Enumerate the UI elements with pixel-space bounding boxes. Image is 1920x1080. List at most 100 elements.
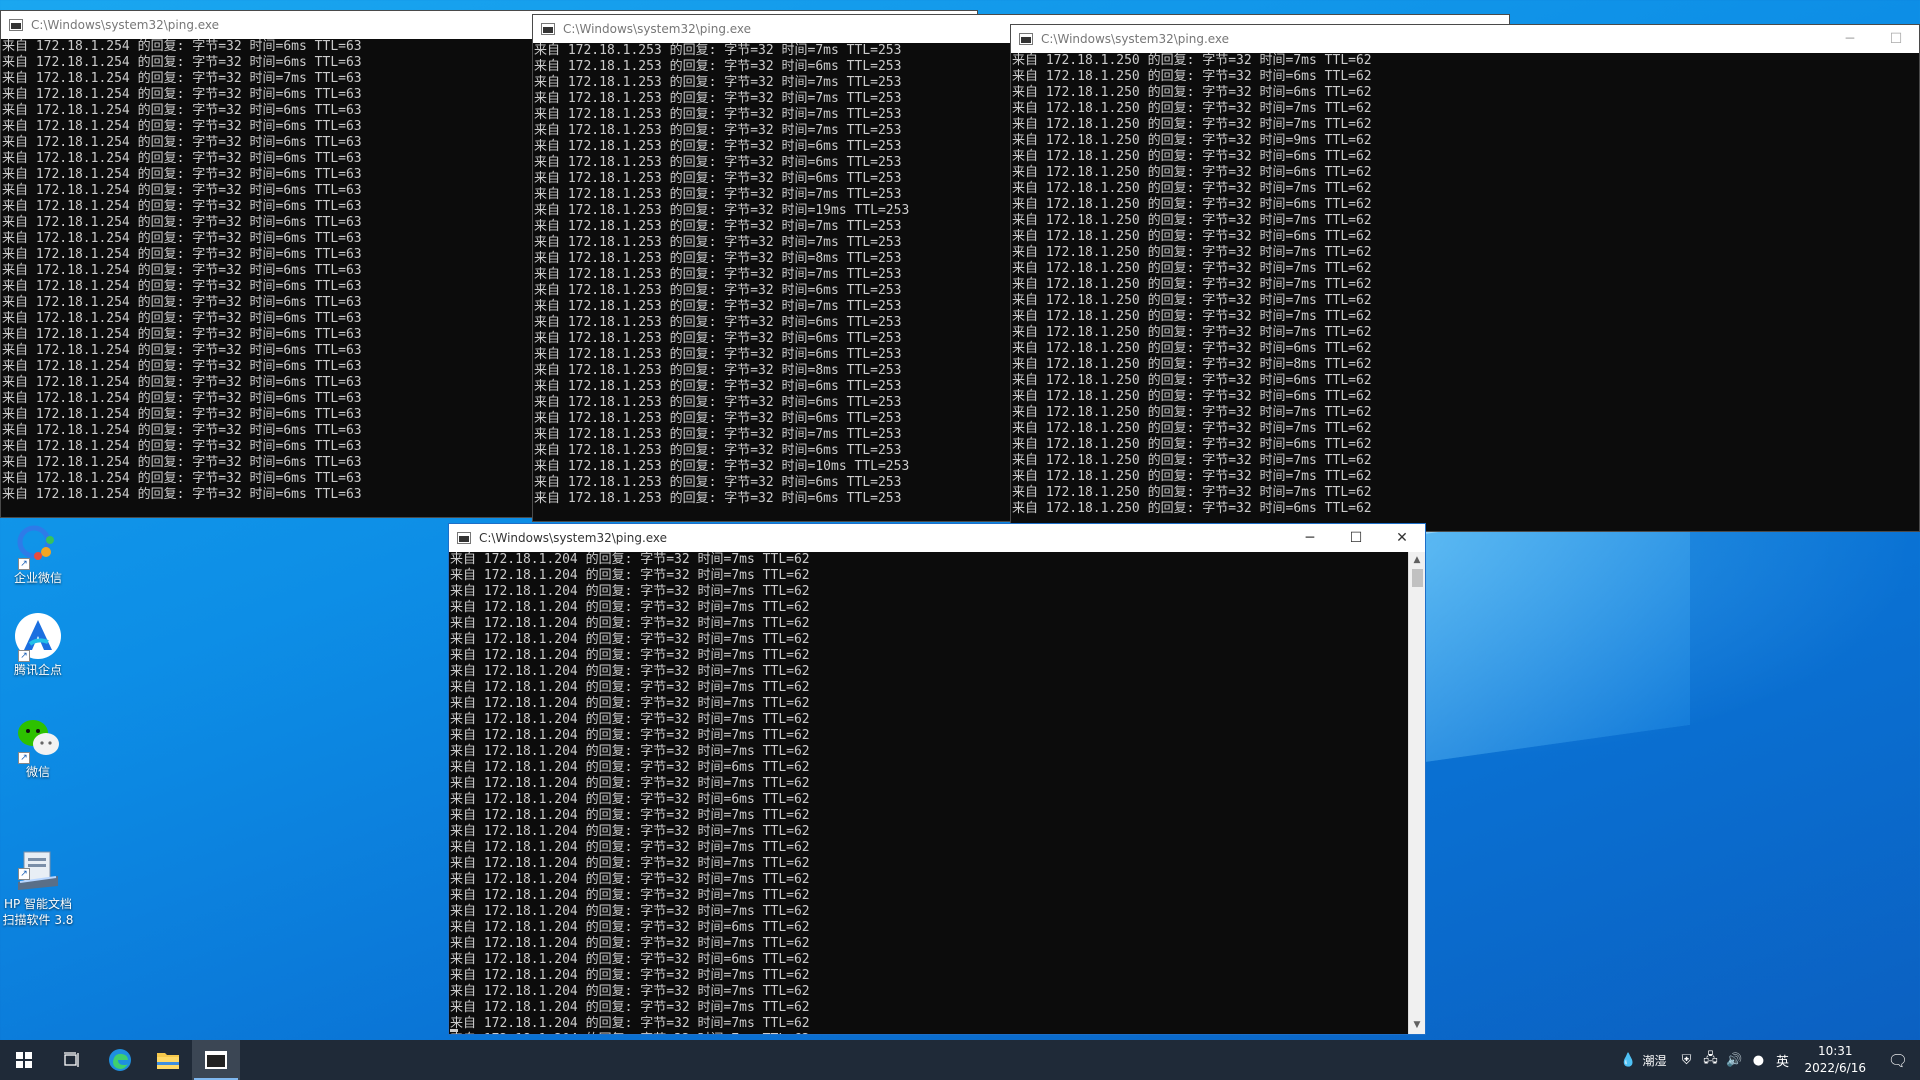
ping-reply-line: 来自 172.18.1.250 的回复: 字节=32 时间=6ms TTL=62 [1012,389,1372,404]
desktop-icon-label: 腾讯企点 [13,663,62,677]
ping-reply-line: 来自 172.18.1.250 的回复: 字节=32 时间=6ms TTL=62 [1012,149,1372,164]
ping-reply-line: 来自 172.18.1.250 的回复: 字节=32 时间=7ms TTL=62 [1012,101,1372,116]
ping-reply-line: 来自 172.18.1.250 的回复: 字节=32 时间=7ms TTL=62 [1012,117,1372,132]
minimize-button[interactable]: ─ [1287,524,1333,552]
ping-reply-line: 来自 172.18.1.204 的回复: 字节=32 时间=7ms TTL=62 [450,680,810,695]
desktop-icon-qidian[interactable]: ↗ 腾讯企点 [0,612,76,678]
maximize-button[interactable]: ☐ [1873,25,1919,53]
volume-icon[interactable]: 🔊 [1722,1053,1746,1068]
start-button[interactable] [0,1040,48,1080]
desktop-icon-label: 企业微信 [13,571,62,585]
taskbar-cmd[interactable] [192,1040,240,1080]
ping-reply-line: 来自 172.18.1.250 的回复: 字节=32 时间=8ms TTL=62 [1012,357,1372,372]
hp-scan-icon: ↗ [14,830,62,890]
weather-text[interactable]: 潮湿 [1640,1052,1674,1069]
ping-reply-line: 来自 172.18.1.204 的回复: 字节=32 时间=6ms TTL=62 [450,792,810,807]
ping-reply-line: 来自 172.18.1.250 的回复: 字节=32 时间=7ms TTL=62 [1012,245,1372,260]
window-title: C:\Windows\system32\ping.exe [31,18,220,32]
task-view-icon [64,1052,79,1067]
desktop-icon-wecom[interactable]: ↗ 企业微信 [0,520,76,586]
window-title: C:\Windows\system32\ping.exe [479,531,668,545]
scroll-thumb[interactable] [1412,569,1423,587]
console-window-3[interactable]: C:\Windows\system32\ping.exe ─ ☐ 来自 172.… [1010,24,1920,532]
titlebar[interactable]: C:\Windows\system32\ping.exe ─ ☐ [1011,25,1919,53]
network-icon[interactable]: 🖧 [1698,1049,1722,1071]
ping-reply-line: 来自 172.18.1.204 的回复: 字节=32 时间=7ms TTL=62 [450,744,810,759]
ping-reply-line: 来自 172.18.1.250 的回复: 字节=32 时间=7ms TTL=62 [1012,277,1372,292]
vertical-scrollbar[interactable]: ▲ ▼ [1408,552,1425,1034]
windows-start-icon [16,1052,32,1068]
console-output[interactable]: 来自 172.18.1.204 的回复: 字节=32 时间=7ms TTL=62… [449,552,1408,1034]
taskbar: 💧 潮湿 ⛨ 🖧 🔊 ● 英 10:31 2022/6/16 🗨 [0,1040,1920,1080]
ping-reply-line: 来自 172.18.1.250 的回复: 字节=32 时间=9ms TTL=62 [1012,133,1372,148]
desktop-icon-label: HP 智能文档 扫描软件 3.8 [2,897,74,927]
wecom-icon: ↗ [14,520,62,570]
ping-reply-line: 来自 172.18.1.204 的回复: 字节=32 时间=7ms TTL=62 [450,840,810,855]
ping-reply-line: 来自 172.18.1.250 的回复: 字节=32 时间=6ms TTL=62 [1012,165,1372,180]
ping-reply-line: 来自 172.18.1.204 的回复: 字节=32 时间=7ms TTL=62 [450,552,810,567]
ping-reply-line: 来自 172.18.1.250 的回复: 字节=32 时间=7ms TTL=62 [1012,325,1372,340]
task-view-button[interactable] [48,1040,96,1080]
ping-reply-line: 来自 172.18.1.250 的回复: 字节=32 时间=6ms TTL=62 [1012,197,1372,212]
edge-icon [109,1049,131,1071]
titlebar[interactable]: C:\Windows\system32\ping.exe ─ ☐ ✕ [449,524,1425,552]
ping-reply-line: 来自 172.18.1.250 的回复: 字节=32 时间=7ms TTL=62 [1012,213,1372,228]
ping-reply-line: 来自 172.18.1.250 的回复: 字节=32 时间=7ms TTL=62 [1012,181,1372,196]
desktop-icon-label: 微信 [25,765,50,779]
window-title: C:\Windows\system32\ping.exe [563,22,752,36]
qidian-icon: ↗ [14,612,62,662]
desktop-icon-wechat[interactable]: ↗ 微信 [0,714,76,780]
close-button[interactable]: ✕ [1379,524,1425,552]
ping-reply-line: 来自 172.18.1.250 的回复: 字节=32 时间=6ms TTL=62 [1012,373,1372,388]
scroll-down-icon[interactable]: ▼ [1409,1017,1425,1034]
ping-reply-line: 来自 172.18.1.204 的回复: 字节=32 时间=7ms TTL=62 [450,632,810,647]
ping-reply-line: 来自 172.18.1.204 的回复: 字节=32 时间=7ms TTL=62 [450,600,810,615]
ping-reply-line: 来自 172.18.1.250 的回复: 字节=32 时间=7ms TTL=62 [1012,453,1372,468]
cmd-icon [1019,33,1033,45]
file-explorer-icon [157,1053,179,1069]
console-window-4[interactable]: C:\Windows\system32\ping.exe ─ ☐ ✕ 来自 17… [448,523,1426,1035]
ping-reply-line: 来自 172.18.1.204 的回复: 字节=32 时间=6ms TTL=62 [450,920,810,935]
desktop-icon-hp-scan[interactable]: ↗ HP 智能文档 扫描软件 3.8 [0,814,76,944]
ping-reply-line: 来自 172.18.1.250 的回复: 字节=32 时间=6ms TTL=62 [1012,437,1372,452]
ping-reply-line: 来自 172.18.1.250 的回复: 字节=32 时间=7ms TTL=62 [1012,309,1372,324]
clock-date: 2022/6/16 [1804,1061,1866,1075]
console-icon [205,1051,227,1069]
ping-reply-line: 来自 172.18.1.204 的回复: 字节=32 时间=7ms TTL=62 [450,616,810,631]
ime-indicator[interactable]: 英 [1770,1051,1794,1070]
ping-reply-line: 来自 172.18.1.250 的回复: 字节=32 时间=6ms TTL=62 [1012,341,1372,356]
clock[interactable]: 10:31 2022/6/16 [1794,1043,1876,1077]
scroll-up-icon[interactable]: ▲ [1409,552,1425,569]
cmd-icon [541,23,555,35]
ping-reply-line: 来自 172.18.1.204 的回复: 字节=32 时间=7ms TTL=62 [450,824,810,839]
ping-reply-line: 来自 172.18.1.204 的回复: 字节=32 时间=7ms TTL=62 [450,872,810,887]
notification-icon[interactable]: 🗨 [1876,1051,1920,1070]
clock-time: 10:31 [1817,1044,1853,1058]
ping-reply-line: 来自 172.18.1.250 的回复: 字节=32 时间=7ms TTL=62 [1012,469,1372,484]
ping-reply-line: 来自 172.18.1.204 的回复: 字节=32 时间=6ms TTL=62 [450,952,810,967]
window-title: C:\Windows\system32\ping.exe [1041,32,1230,46]
ping-reply-line: 来自 172.18.1.204 的回复: 字节=32 时间=6ms TTL=62 [450,760,810,775]
taskbar-edge[interactable] [96,1040,144,1080]
ping-reply-line: 来自 172.18.1.204 的回复: 字节=32 时间=7ms TTL=62 [450,648,810,663]
maximize-button[interactable]: ☐ [1333,524,1379,552]
ping-reply-line: 来自 172.18.1.204 的回复: 字节=32 时间=7ms TTL=62 [450,808,810,823]
weather-humidity-icon[interactable]: 💧 [1616,1053,1640,1068]
ping-reply-line: 来自 172.18.1.250 的回复: 字节=32 时间=7ms TTL=62 [1012,53,1372,68]
ping-reply-line: 来自 172.18.1.204 的回复: 字节=32 时间=7ms TTL=62 [450,1032,1408,1034]
security-shield-icon[interactable]: ⛨ [1674,1053,1698,1068]
console-output[interactable]: 来自 172.18.1.250 的回复: 字节=32 时间=7ms TTL=62… [1011,53,1919,531]
ping-reply-line: 来自 172.18.1.250 的回复: 字节=32 时间=7ms TTL=62 [1012,421,1372,436]
ping-reply-line: 来自 172.18.1.250 的回复: 字节=32 时间=6ms TTL=62 [1012,229,1372,244]
ping-reply-line: 来自 172.18.1.250 的回复: 字节=32 时间=6ms TTL=62 [1012,501,1372,516]
ping-reply-line: 来自 172.18.1.204 的回复: 字节=32 时间=7ms TTL=62 [450,728,810,743]
wechat-tray-icon[interactable]: ● [1746,1053,1770,1068]
wechat-icon: ↗ [14,714,62,764]
minimize-button[interactable]: ─ [1827,25,1873,53]
system-tray: 💧 潮湿 ⛨ 🖧 🔊 ● 英 10:31 2022/6/16 🗨 [1616,1040,1920,1080]
ping-reply-line: 来自 172.18.1.250 的回复: 字节=32 时间=7ms TTL=62 [1012,261,1372,276]
taskbar-file-explorer[interactable] [144,1040,192,1080]
ping-reply-line: 来自 172.18.1.250 的回复: 字节=32 时间=7ms TTL=62 [1012,405,1372,420]
ping-reply-line: 来自 172.18.1.204 的回复: 字节=32 时间=7ms TTL=62 [450,984,810,999]
ping-reply-line: 来自 172.18.1.204 的回复: 字节=32 时间=7ms TTL=62 [450,1000,810,1015]
